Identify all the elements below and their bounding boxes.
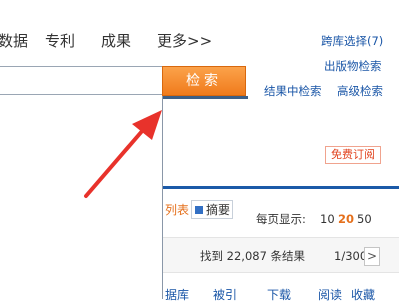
- red-arrow-annotation: [84, 110, 162, 198]
